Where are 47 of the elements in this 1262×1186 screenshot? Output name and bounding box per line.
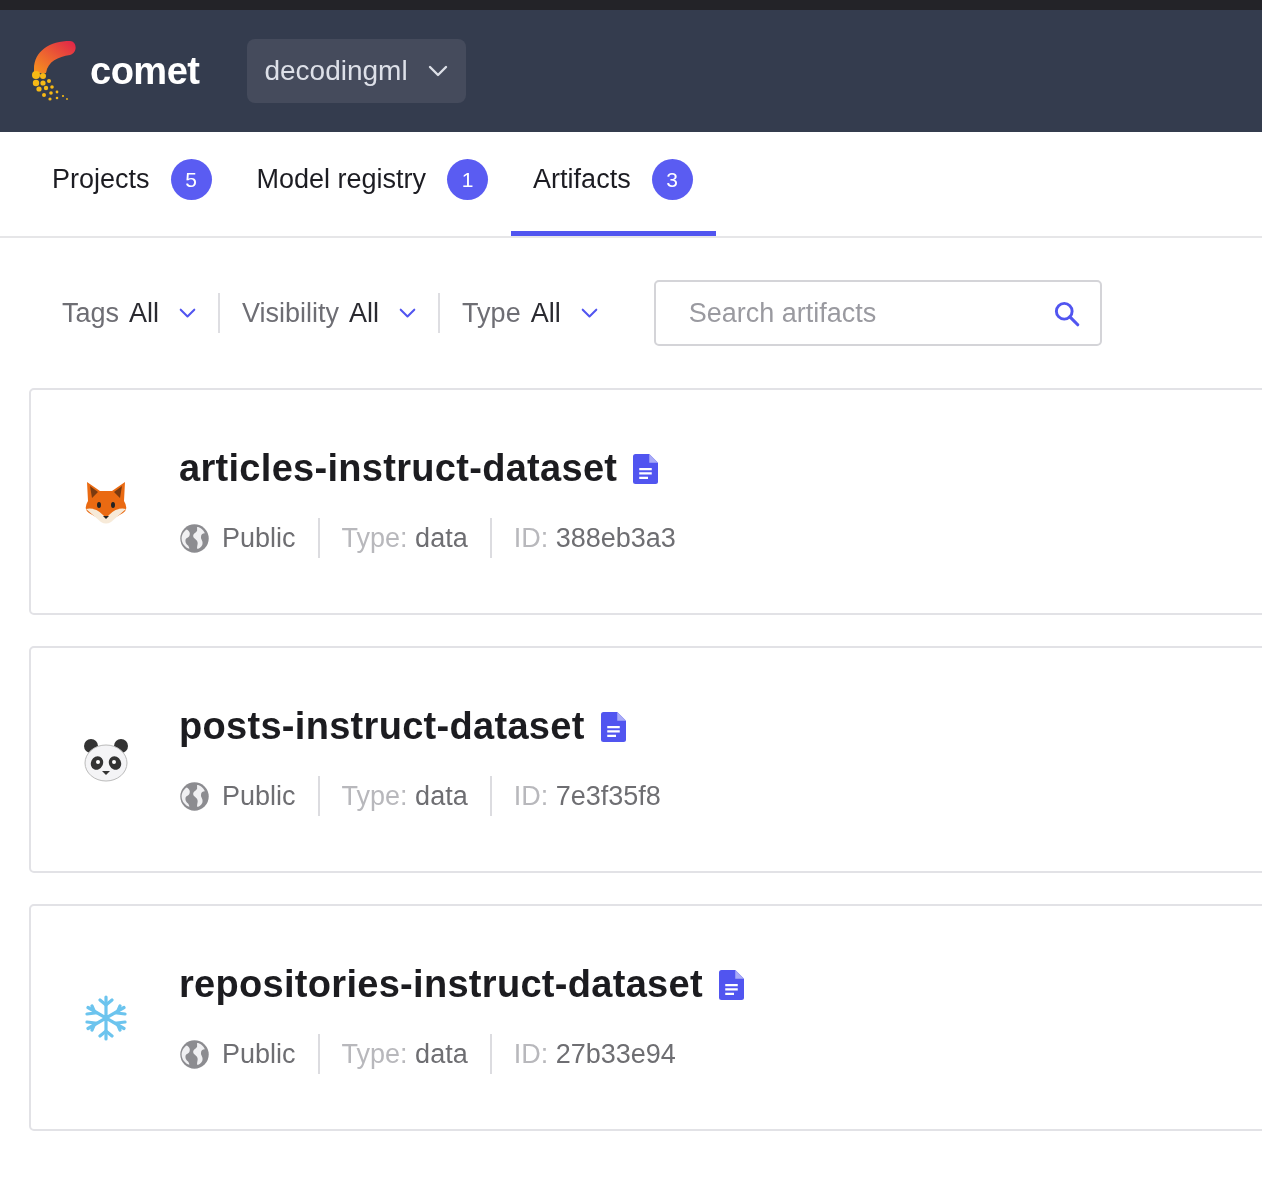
id-value: 7e3f35f8 (555, 780, 661, 812)
artifact-name[interactable]: posts-instruct-dataset (179, 705, 585, 748)
id-label: ID: (513, 1038, 549, 1070)
search-icon (1052, 300, 1080, 327)
globe-icon (179, 780, 210, 812)
document-icon (600, 711, 626, 742)
nav-tab[interactable]: Artifacts 3 (511, 132, 716, 236)
document-icon (633, 453, 659, 484)
type-label: Type: (341, 1038, 408, 1070)
panda-face-icon (83, 736, 129, 783)
globe-icon (179, 1038, 210, 1070)
type-label: Type: (341, 522, 408, 554)
id-label: ID: (513, 522, 549, 554)
count-badge: 5 (170, 159, 212, 200)
artifact-card[interactable]: articles-instruct-dataset Public Type: data ID: 388eb3a3 (29, 388, 1262, 615)
filter-dropdown[interactable]: Tags All (40, 292, 219, 334)
artifact-card[interactable]: posts-instruct-dataset Public Type: data ID: 7e3f35f8 (29, 646, 1262, 873)
type-value: data (415, 1038, 468, 1070)
nav-tab[interactable]: Model registry 1 (234, 132, 512, 236)
brand-name: comet (90, 49, 200, 93)
filter-dropdown[interactable]: Visibility All (220, 292, 439, 334)
artifact-name[interactable]: articles-instruct-dataset (179, 447, 618, 490)
count-badge: 3 (651, 159, 693, 200)
visibility-label: Public (222, 1038, 296, 1070)
chevron-down-icon (399, 307, 417, 319)
snowflake-icon (83, 994, 129, 1041)
globe-icon (179, 522, 210, 554)
comet-logo-icon (30, 39, 76, 103)
chevron-down-icon (580, 307, 598, 319)
visibility-label: Public (222, 780, 296, 812)
type-label: Type: (341, 780, 408, 812)
document-icon (718, 969, 744, 1000)
visibility-label: Public (222, 522, 296, 554)
id-value: 27b33e94 (555, 1038, 676, 1070)
chevron-down-icon (427, 65, 448, 77)
id-value: 388eb3a3 (555, 522, 676, 554)
filter-dropdown[interactable]: Type All (440, 292, 620, 334)
search-field[interactable]: Search artifacts (653, 280, 1102, 346)
nav-tab[interactable]: Projects 5 (30, 132, 235, 236)
artifact-card[interactable]: repositories-instruct-dataset Public Type: data ID: 27b33e94 (29, 904, 1262, 1131)
type-value: data (415, 780, 468, 812)
id-label: ID: (513, 780, 549, 812)
type-value: data (415, 522, 468, 554)
artifact-name[interactable]: repositories-instruct-dataset (179, 963, 703, 1006)
count-badge: 1 (447, 159, 489, 200)
chevron-down-icon (179, 307, 197, 319)
workspace-dropdown[interactable]: decodingml (247, 39, 466, 103)
